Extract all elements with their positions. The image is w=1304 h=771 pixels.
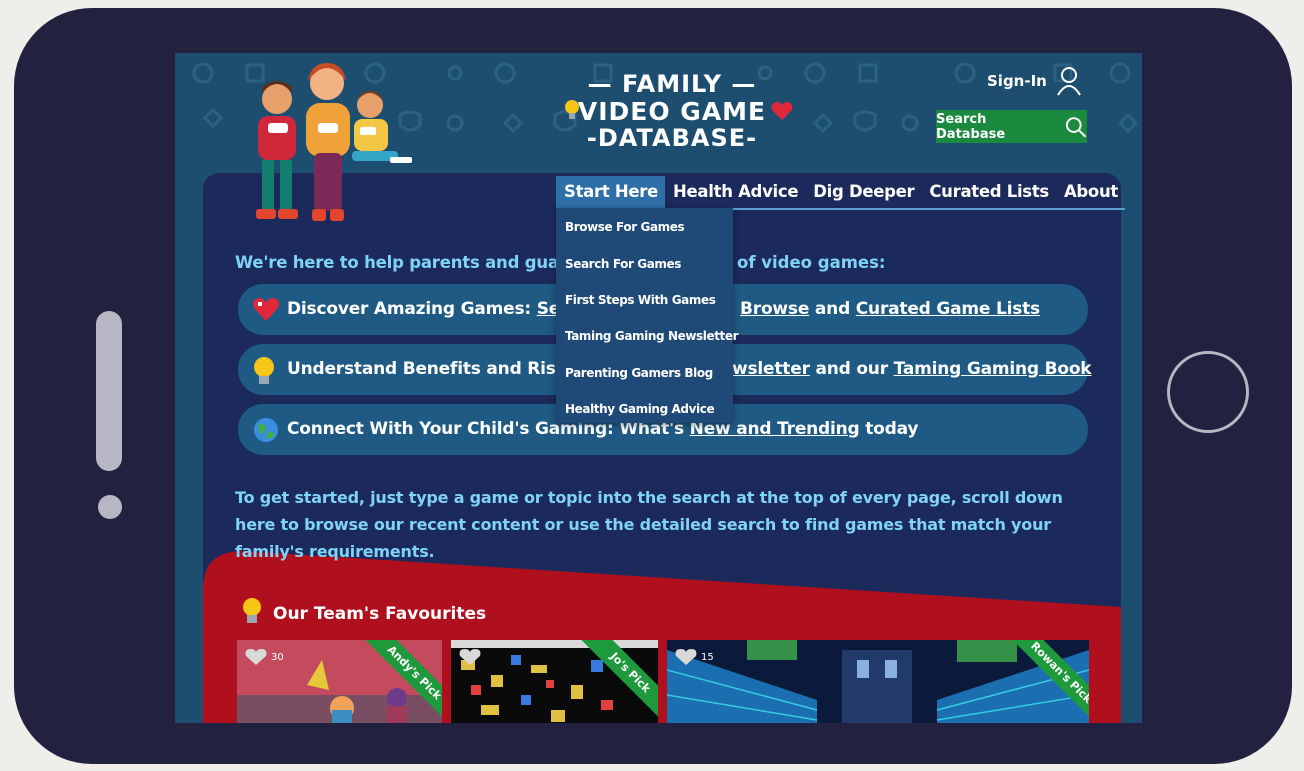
lightbulb-icon [565, 100, 579, 119]
favourites-title: Our Team's Favourites [273, 604, 487, 624]
browser-screen: — FAMILY — VIDEO GAME -DATABASE- Sign-In… [175, 53, 1142, 723]
dropdown-browse-for-games[interactable]: Browse For Games [565, 220, 685, 234]
home-button[interactable] [1167, 351, 1249, 433]
likes-count: 15 [701, 651, 714, 663]
game-card-2[interactable]: Jo's Pick [451, 640, 658, 723]
logo-line-3: -DATABASE- [586, 124, 758, 152]
likes-counter[interactable]: 30 [245, 648, 284, 666]
heart-icon [771, 102, 793, 120]
likes-count: 30 [271, 651, 284, 663]
taming-gaming-book-link[interactable]: Taming Gaming Book [894, 359, 1092, 379]
nav-about[interactable]: About [1056, 176, 1125, 208]
nav-dig-deeper[interactable]: Dig Deeper [805, 176, 921, 208]
discover-links: Browse and Curated Game Lists [740, 299, 1040, 319]
signin-link[interactable]: Sign-In [987, 66, 1082, 96]
family-illustration [256, 63, 412, 221]
game-card-1[interactable]: 30 Andy's Pick [237, 640, 442, 723]
dropdown-search-for-games[interactable]: Search For Games [565, 257, 681, 271]
curated-lists-link[interactable]: Curated Game Lists [856, 299, 1040, 319]
logo-line-1: — FAMILY — [587, 70, 757, 98]
nav-health-advice[interactable]: Health Advice [665, 176, 805, 208]
heart-icon [245, 649, 267, 665]
main-nav: Start Here Health Advice Dig Deeper Cura… [556, 176, 1125, 210]
volume-button [96, 311, 122, 471]
likes-counter[interactable]: 15 [675, 648, 714, 666]
discover-label: Discover Amazing Games: Searc [287, 299, 590, 319]
heart-icon [675, 649, 697, 665]
dropdown-first-steps[interactable]: First Steps With Games [565, 293, 716, 307]
user-icon [1057, 67, 1081, 96]
lightbulb-icon [243, 598, 261, 623]
signin-label: Sign-In [987, 72, 1047, 90]
magnifier-icon [1065, 116, 1086, 137]
globe-icon [254, 418, 278, 442]
intro-text-start: We're here to help parents and guardian [235, 253, 607, 272]
getting-started-text: To get started, just type a game or topi… [235, 488, 1063, 561]
likes-counter[interactable] [459, 648, 481, 666]
dropdown-parenting-gamers-blog[interactable]: Parenting Gamers Blog [565, 366, 713, 380]
nav-curated-lists[interactable]: Curated Lists [921, 176, 1056, 208]
sensor-dot [98, 495, 122, 519]
intro-text-end: of video games: [737, 253, 886, 272]
search-database-button[interactable]: Search Database [936, 110, 1087, 143]
heart-icon [459, 649, 481, 665]
site-logo[interactable]: — FAMILY — VIDEO GAME -DATABASE- [559, 70, 793, 152]
benefits-links: wsletter and our Taming Gaming Book [732, 359, 1092, 379]
nav-start-here[interactable]: Start Here [556, 176, 666, 208]
dropdown-healthy-gaming-advice[interactable]: Healthy Gaming Advice [565, 402, 715, 416]
heart-icon [253, 298, 279, 321]
logo-line-2: VIDEO GAME [577, 97, 767, 126]
start-here-dropdown: Browse For Games Search For Games First … [556, 208, 739, 423]
game-card-3[interactable]: 15 Rowan's Pick [667, 640, 1089, 723]
newsletter-link[interactable]: wsletter [732, 359, 810, 379]
search-database-label: Search Database [936, 111, 1006, 142]
browse-link[interactable]: Browse [740, 299, 809, 319]
dropdown-taming-gaming-newsletter[interactable]: Taming Gaming Newsletter [565, 329, 739, 343]
lightbulb-icon [254, 357, 274, 384]
